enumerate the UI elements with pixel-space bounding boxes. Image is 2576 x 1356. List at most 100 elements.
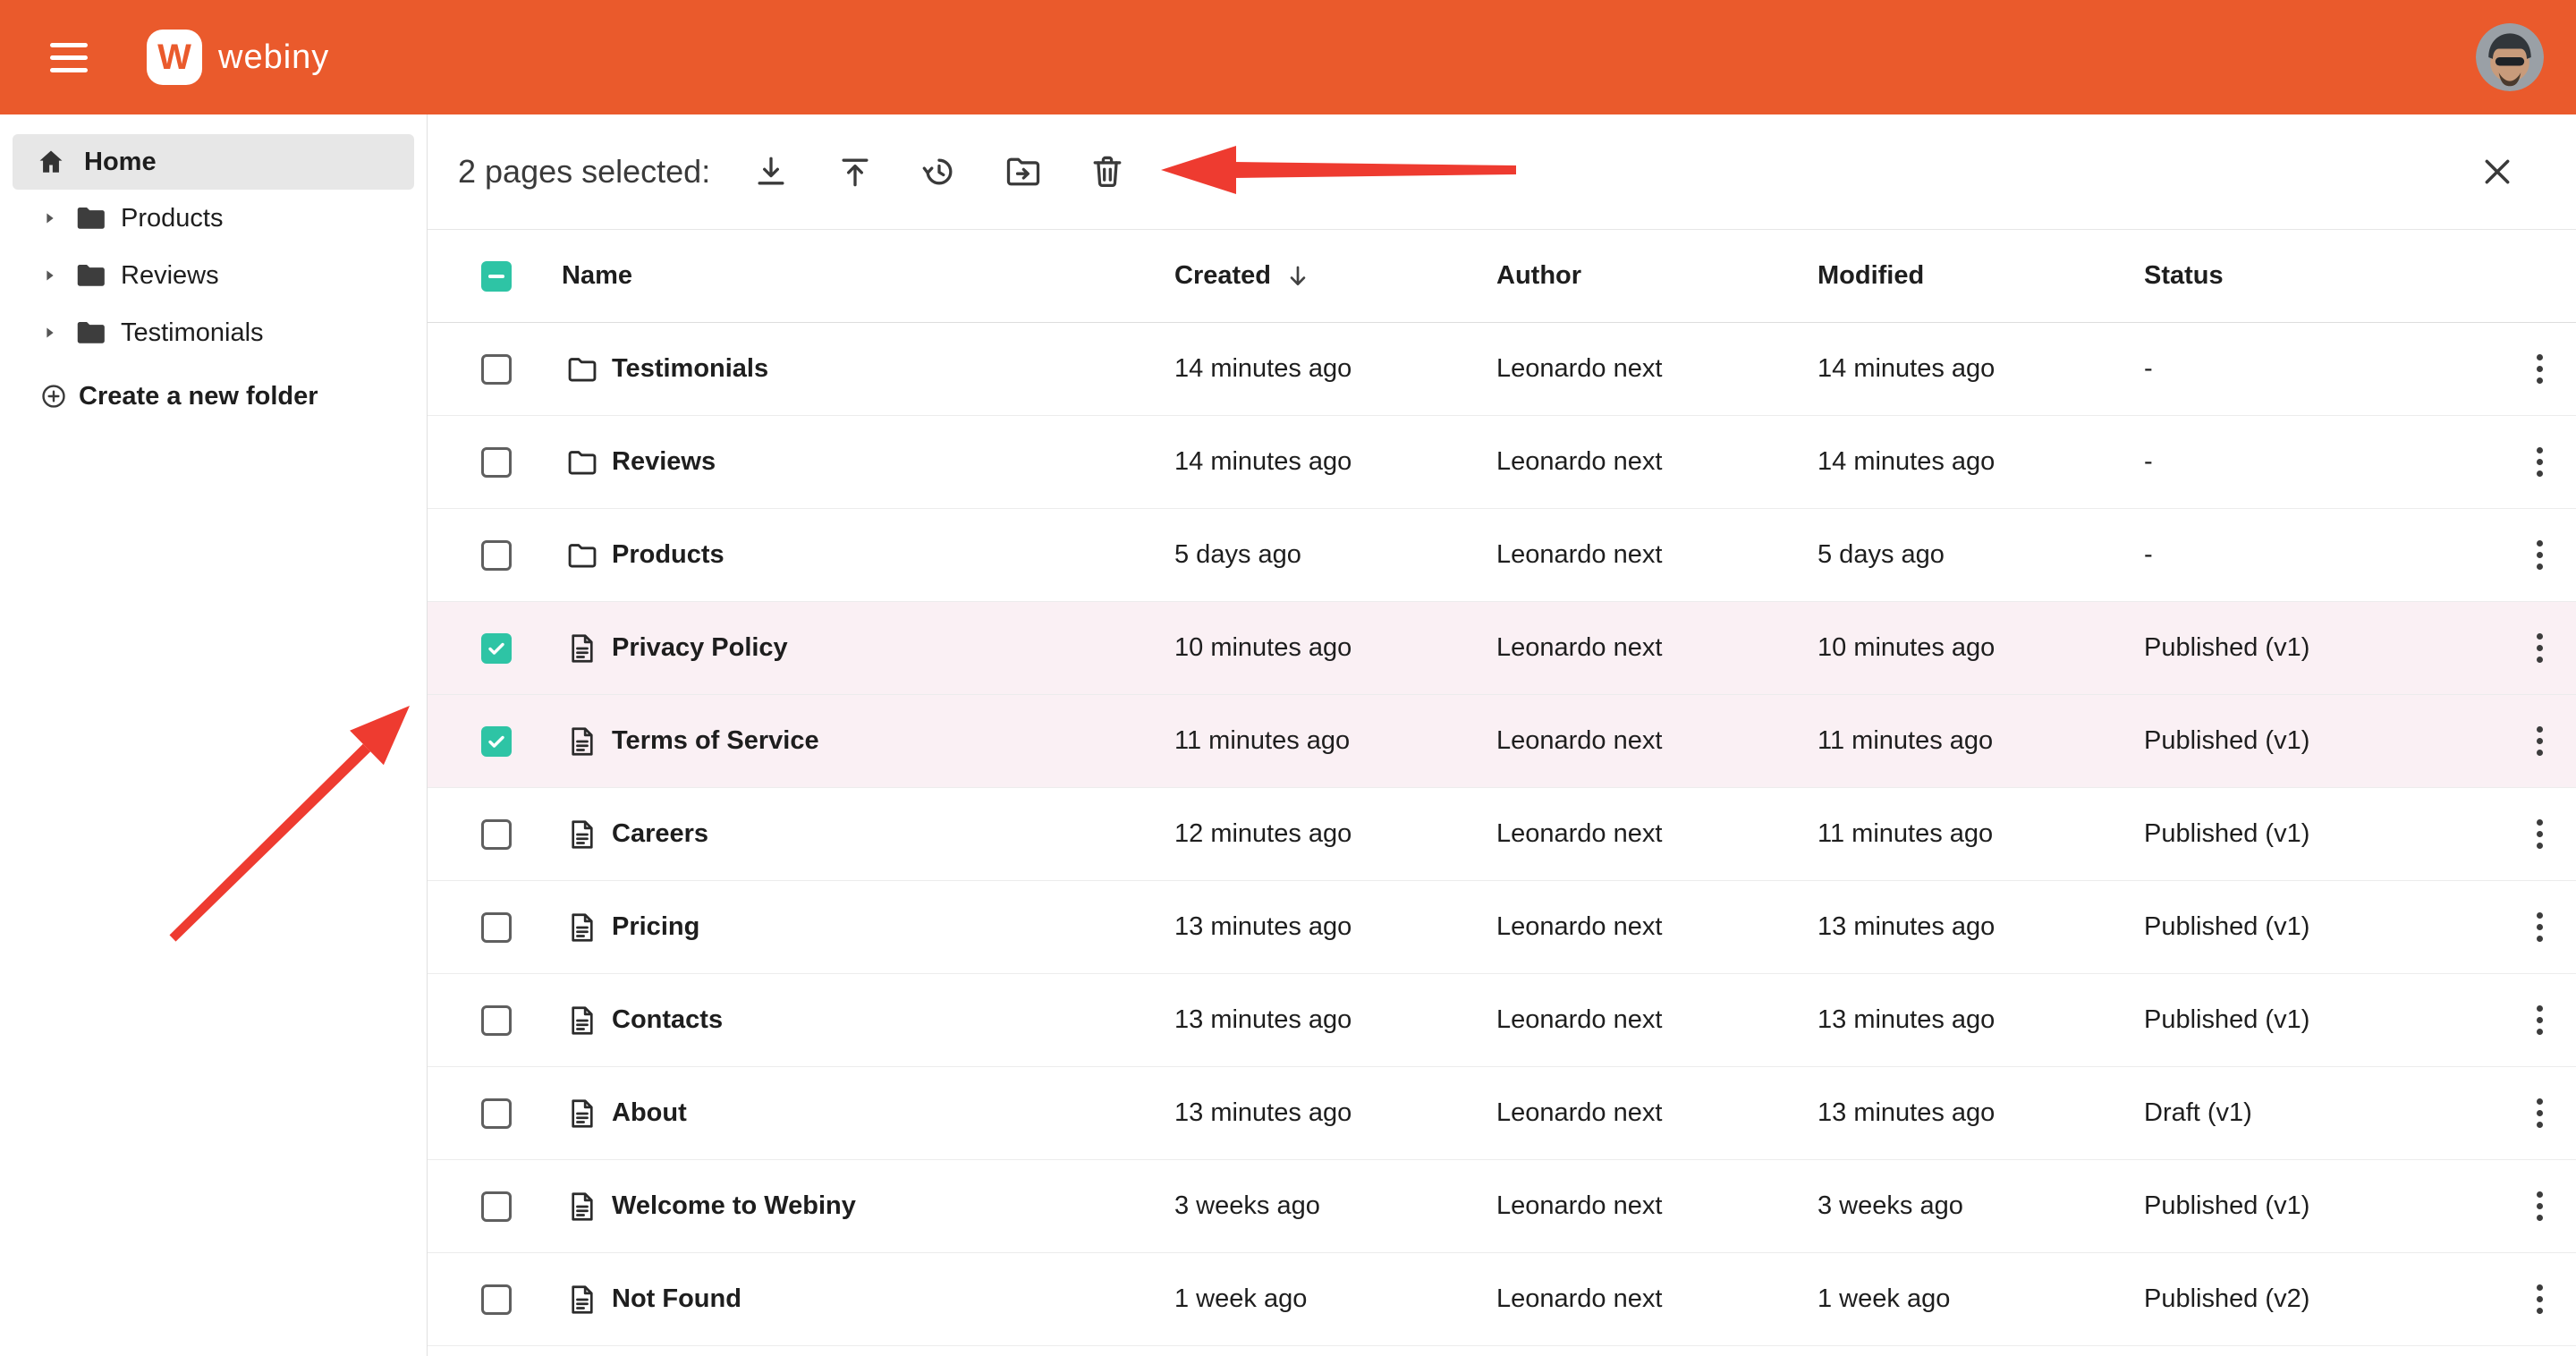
row-checkbox[interactable] [481,540,512,571]
download-icon [751,152,791,191]
delete-button[interactable] [1086,150,1129,193]
column-header-author[interactable]: Author [1496,261,1818,291]
row-created: 10 minutes ago [1174,633,1496,663]
sidebar-item-testimonials[interactable]: Testimonials [0,304,427,361]
row-status: Published (v1) [2144,1191,2503,1221]
column-header-name[interactable]: Name [562,261,1174,291]
row-status: - [2144,354,2503,384]
table-row[interactable]: Contacts 13 minutes ago Leonardo next 13… [428,974,2576,1067]
row-name[interactable]: About [612,1098,687,1127]
download-button[interactable] [750,150,792,193]
row-checkbox[interactable] [481,726,512,757]
row-menu-button[interactable] [2503,1184,2576,1228]
row-author: Leonardo next [1496,726,1818,756]
row-menu-button[interactable] [2503,440,2576,484]
restore-button[interactable] [918,150,961,193]
close-icon [2479,154,2515,190]
folder-icon [565,445,599,479]
row-created: 12 minutes ago [1174,819,1496,849]
webiny-logo[interactable]: W webiny [147,30,329,85]
row-name[interactable]: Terms of Service [612,726,819,755]
row-author: Leonardo next [1496,1005,1818,1035]
row-author: Leonardo next [1496,354,1818,384]
row-checkbox[interactable] [481,354,512,385]
table-row[interactable]: Products 5 days ago Leonardo next 5 days… [428,509,2576,602]
chevron-right-icon [41,267,59,284]
top-app-bar: W webiny [0,0,2576,114]
row-menu-button[interactable] [2503,533,2576,577]
row-name[interactable]: Products [612,540,724,569]
row-modified: 5 days ago [1818,540,2144,570]
row-name[interactable]: Reviews [612,447,716,476]
bulk-actions [750,150,1129,193]
row-created: 13 minutes ago [1174,1005,1496,1035]
column-header-created[interactable]: Created [1174,261,1496,291]
row-author: Leonardo next [1496,1098,1818,1128]
column-header-status[interactable]: Status [2144,261,2503,291]
create-new-folder-button[interactable]: Create a new folder [0,368,427,425]
move-to-folder-button[interactable] [1002,150,1045,193]
row-name[interactable]: Careers [612,819,708,848]
table-row[interactable]: Pricing 13 minutes ago Leonardo next 13 … [428,881,2576,974]
folder-icon [73,201,107,235]
table-row[interactable]: Reviews 14 minutes ago Leonardo next 14 … [428,416,2576,509]
table-row[interactable]: Privacy Policy 10 minutes ago Leonardo n… [428,602,2576,695]
row-name[interactable]: Contacts [612,1005,723,1034]
row-checkbox[interactable] [481,1005,512,1036]
row-name[interactable]: Not Found [612,1284,741,1313]
row-menu-button[interactable] [2503,1277,2576,1321]
close-selection-button[interactable] [2476,150,2519,193]
row-status: Published (v1) [2144,633,2503,663]
row-checkbox[interactable] [481,447,512,478]
sidebar-item-reviews[interactable]: Reviews [0,247,427,304]
row-created: 14 minutes ago [1174,354,1496,384]
table-row[interactable]: About 13 minutes ago Leonardo next 13 mi… [428,1067,2576,1160]
row-author: Leonardo next [1496,1191,1818,1221]
table-row[interactable]: Welcome to Webiny 3 weeks ago Leonardo n… [428,1160,2576,1253]
table-header-row: Name Created Author Modified Status [428,230,2576,323]
row-menu-button[interactable] [2503,719,2576,763]
row-name[interactable]: Testimonials [612,354,768,383]
row-menu-button[interactable] [2503,812,2576,856]
page-icon [565,1097,599,1131]
row-menu-button[interactable] [2503,998,2576,1042]
row-checkbox[interactable] [481,912,512,943]
row-author: Leonardo next [1496,912,1818,942]
row-name[interactable]: Welcome to Webiny [612,1191,856,1220]
select-all-checkbox[interactable] [481,261,512,292]
row-checkbox[interactable] [481,633,512,664]
publish-icon [835,152,875,191]
row-checkbox[interactable] [481,1284,512,1315]
row-status: Published (v1) [2144,726,2503,756]
sidebar-item-products[interactable]: Products [0,190,427,247]
plus-circle-icon [39,382,68,411]
table-row[interactable]: Not Found 1 week ago Leonardo next 1 wee… [428,1253,2576,1346]
row-menu-button[interactable] [2503,626,2576,670]
page-icon [565,631,599,665]
table-row[interactable]: Testimonials 14 minutes ago Leonardo nex… [428,323,2576,416]
row-modified: 11 minutes ago [1818,726,2144,756]
publish-button[interactable] [834,150,877,193]
table-row[interactable]: Terms of Service 11 minutes ago Leonardo… [428,695,2576,788]
webiny-logo-mark-icon: W [147,30,202,85]
row-menu-button[interactable] [2503,905,2576,949]
row-created: 13 minutes ago [1174,912,1496,942]
row-checkbox[interactable] [481,1098,512,1129]
column-header-modified[interactable]: Modified [1818,261,2144,291]
page-icon [565,911,599,945]
user-avatar[interactable] [2476,23,2544,91]
menu-icon[interactable] [50,43,88,72]
row-created: 5 days ago [1174,540,1496,570]
row-checkbox[interactable] [481,819,512,850]
folder-icon [73,316,107,350]
row-checkbox[interactable] [481,1191,512,1222]
folder-icon [73,258,107,292]
table-row[interactable]: Careers 12 minutes ago Leonardo next 11 … [428,788,2576,881]
sidebar-item-home[interactable]: Home [13,134,414,190]
row-menu-button[interactable] [2503,347,2576,391]
row-name[interactable]: Privacy Policy [612,633,788,662]
row-menu-button[interactable] [2503,1091,2576,1135]
row-name[interactable]: Pricing [612,912,699,941]
row-modified: 13 minutes ago [1818,1005,2144,1035]
page-icon [565,725,599,759]
